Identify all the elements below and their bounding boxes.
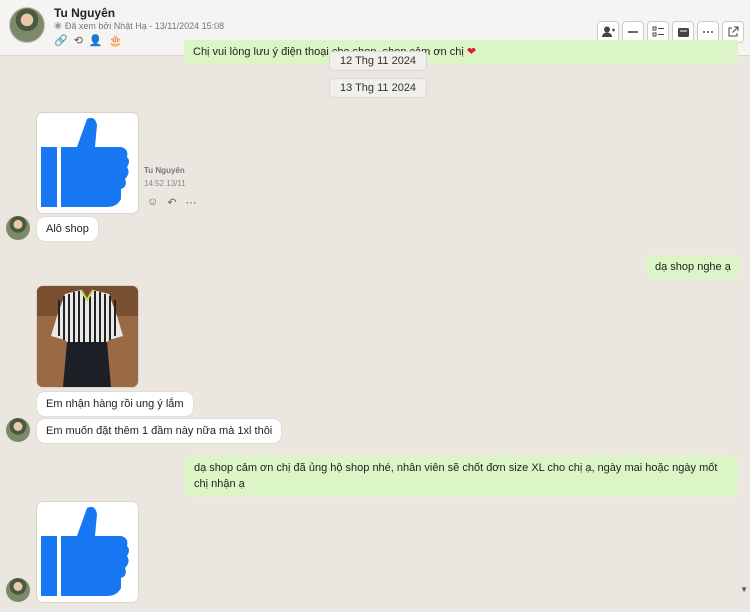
thumbs-up-icon [41, 117, 129, 207]
more-icon [703, 31, 713, 33]
checklist-icon [652, 26, 664, 37]
cake-icon[interactable]: 🎂 [109, 34, 123, 47]
dress-image [37, 286, 138, 387]
link-icon[interactable]: 🔗 [54, 34, 68, 47]
date-separator: 12 Thg 11 2024 [330, 52, 427, 70]
scroll-down-icon[interactable]: ▼ [740, 585, 748, 594]
message-in[interactable]: Alô shop [37, 217, 98, 241]
person-icon[interactable]: 👤 [89, 34, 103, 47]
external-link-icon [728, 26, 739, 37]
seen-text: Đã xem bởi Nhật Hạ - 13/11/2024 15:08 [64, 20, 225, 31]
message-time: 14:52 13/11 [144, 179, 186, 188]
message-actions: ☺ ↶ ⋯ [147, 196, 196, 209]
message-in[interactable]: Em nhận hàng rồi ung ý lắm [37, 392, 193, 416]
product-photo[interactable] [37, 286, 138, 387]
contact-name[interactable]: Tu Nguyên [54, 6, 115, 20]
minus-icon [628, 31, 638, 33]
add-person-icon [602, 26, 615, 37]
date-separator: 13 Thg 11 2024 [330, 79, 427, 97]
message-in[interactable]: Em muốn đặt thêm 1 đầm này nữa mà 1xl th… [37, 419, 282, 443]
reply-icon[interactable]: ↶ [167, 196, 176, 209]
react-emoji-icon[interactable]: ☺ [147, 196, 158, 209]
message-out[interactable]: dạ shop nghe ạ [646, 255, 740, 279]
sender-avatar[interactable] [6, 418, 30, 442]
sender-name: Tu Nguyên [144, 166, 185, 175]
seen-status: ◉ Đã xem bởi Nhật Hạ - 13/11/2024 15:08 [54, 20, 224, 31]
contact-tools: 🔗 ⟲ 👤 🎂 [54, 34, 122, 47]
more-actions-icon[interactable]: ⋯ [185, 196, 196, 209]
message-out-partial[interactable]: Chị vui lòng lưu ý điện thoại cho shop, … [184, 40, 738, 64]
eye-icon: ◉ [54, 20, 62, 30]
message-out[interactable]: dạ shop cảm ơn chị đã ủng hộ shop nhé, n… [184, 455, 738, 497]
like-sticker[interactable] [37, 113, 138, 213]
heart-icon: ❤ [466, 46, 477, 58]
inbox-icon [677, 28, 689, 37]
thumbs-up-icon [41, 506, 129, 596]
sender-avatar[interactable] [6, 216, 30, 240]
sender-avatar[interactable] [6, 578, 30, 602]
history-icon[interactable]: ⟲ [74, 34, 83, 47]
contact-avatar[interactable] [9, 7, 45, 43]
like-sticker[interactable] [37, 502, 138, 602]
